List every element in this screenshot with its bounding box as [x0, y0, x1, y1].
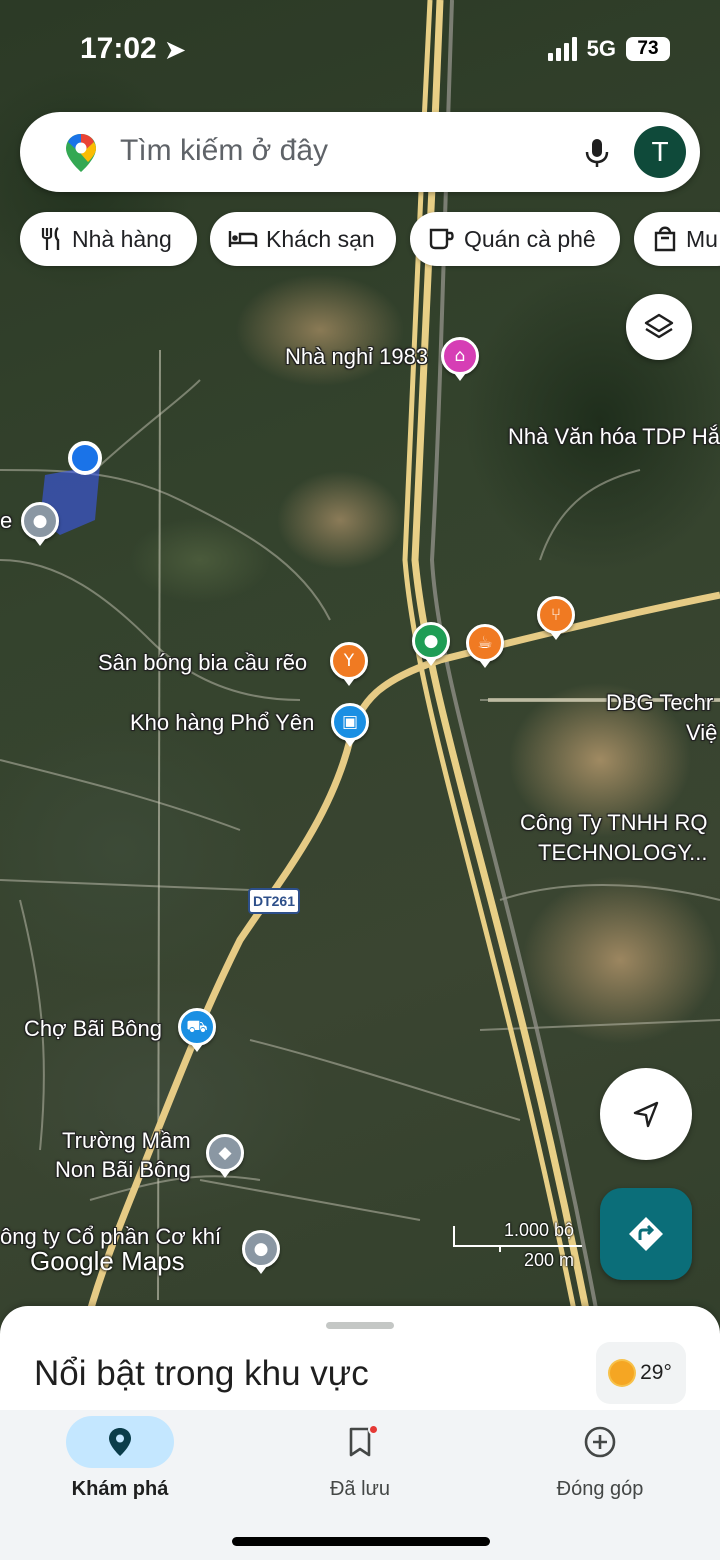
nav-explore-label: Khám phá	[71, 1478, 169, 1500]
map-label-san-bong[interactable]: Sân bóng bia cầu rẽo	[98, 650, 307, 676]
explore-pin-icon	[109, 1428, 131, 1456]
map-label-kho-hang[interactable]: Kho hàng Phổ Yên	[130, 710, 314, 736]
map-pin-hotel[interactable]: ⌂	[441, 337, 479, 381]
my-location-button[interactable]	[600, 1068, 692, 1160]
nav-contribute-label: Đóng góp	[556, 1478, 644, 1500]
directions-button[interactable]	[600, 1188, 692, 1280]
chip-restaurants[interactable]: Nhà hàng	[20, 212, 197, 266]
status-time: 17:02 ➤	[80, 32, 185, 66]
notification-dot	[368, 1424, 379, 1435]
map-label-dbg-2[interactable]: Việ	[686, 720, 717, 746]
map-pin-cafe[interactable]: ☕	[466, 624, 504, 668]
nav-contribute-icon-wrap	[546, 1416, 654, 1468]
coffee-icon: ☕	[477, 632, 493, 653]
chip-label: Quán cà phê	[464, 225, 596, 252]
layers-icon	[644, 313, 674, 339]
restaurant-icon	[41, 227, 60, 250]
chip-hotels[interactable]: Khách sạn	[210, 212, 396, 266]
map-label-nha-nghi[interactable]: Nhà nghỉ 1983	[285, 344, 428, 370]
map-pin-bar[interactable]: Y	[330, 642, 368, 686]
sheet-drag-handle[interactable]	[326, 1322, 394, 1329]
map-pin-shop[interactable]: ▣	[331, 703, 369, 747]
scale-imperial: 1.000 bộ	[504, 1220, 575, 1240]
map-label-nha-van-hoa[interactable]: Nhà Văn hóa TDP Hắ	[508, 424, 720, 450]
network-type: 5G	[586, 36, 616, 61]
map-label-cong-ty-rq-2[interactable]: TECHNOLOGY...	[538, 840, 708, 866]
temperature: 29°	[640, 1361, 672, 1384]
weather-chip[interactable]: 29°	[596, 1342, 686, 1404]
chip-coffee[interactable]: Quán cà phê	[410, 212, 620, 266]
map-pin-gray-bottom[interactable]: ●	[242, 1230, 280, 1274]
chip-label: Nhà hàng	[72, 225, 172, 252]
place-dot-icon: ●	[32, 510, 48, 531]
navigation-arrow-icon	[633, 1101, 659, 1128]
search-bar[interactable]: Tìm kiếm ở đây T	[20, 112, 700, 192]
nav-saved[interactable]: Đã lưu	[240, 1410, 480, 1520]
map-pin-gray-left[interactable]: ●	[21, 502, 59, 546]
search-input[interactable]: Tìm kiếm ở đây	[120, 134, 328, 168]
layers-button[interactable]	[626, 294, 692, 360]
status-indicators: 5G 73	[547, 36, 670, 62]
shopping-bag-icon: ▣	[341, 711, 359, 732]
map-label-cho[interactable]: Chợ Bãi Bông	[24, 1016, 162, 1042]
directions-icon	[629, 1217, 663, 1251]
map-pin-green[interactable]: ●	[412, 622, 450, 666]
map-label-truong-2[interactable]: Non Bãi Bông	[55, 1157, 191, 1183]
map-pin-market[interactable]: ⛟	[178, 1008, 216, 1052]
scale-metric: 200 m	[524, 1250, 575, 1270]
nav-explore-icon-wrap	[66, 1416, 174, 1468]
status-time-text: 17:02	[80, 32, 157, 65]
chip-label: Khách sạn	[266, 225, 375, 252]
route-shield-dt261: DT261	[248, 888, 300, 914]
map-pin-school[interactable]: ◆	[206, 1134, 244, 1178]
cocktail-icon: Y	[343, 650, 355, 671]
sheet-title: Nổi bật trong khu vực	[34, 1354, 369, 1393]
map-label-left-edge[interactable]: e	[0, 508, 12, 534]
google-maps-watermark: Google Maps	[30, 1246, 185, 1276]
nav-saved-icon-wrap	[306, 1416, 414, 1468]
nav-contribute[interactable]: Đóng góp	[480, 1410, 720, 1520]
place-dot-icon: ●	[253, 1238, 269, 1259]
google-maps-logo-icon	[66, 134, 96, 172]
status-bar: 17:02 ➤ 5G 73	[0, 0, 720, 100]
bed-icon: ⌂	[454, 345, 466, 366]
restaurant-icon: ⑂	[550, 604, 562, 625]
shopping-bag-icon	[654, 226, 676, 252]
nav-saved-label: Đã lưu	[329, 1478, 391, 1500]
home-indicator[interactable]	[232, 1537, 490, 1546]
coffee-icon	[429, 228, 454, 250]
map-label-cong-ty-rq-1[interactable]: Công Ty TNHH RQ	[520, 810, 707, 836]
school-icon: ◆	[218, 1142, 232, 1163]
map-pin-restaurant[interactable]: ⑂	[537, 596, 575, 640]
battery-icon: 73	[626, 37, 670, 61]
bed-icon	[228, 231, 258, 247]
cellular-signal-icon	[547, 37, 577, 61]
map-label-dbg-1[interactable]: DBG Techr	[606, 690, 713, 716]
map-label-truong-1[interactable]: Trường Mầm	[62, 1128, 191, 1154]
add-circle-icon	[584, 1426, 616, 1458]
sun-icon	[610, 1361, 635, 1385]
nav-explore[interactable]: Khám phá	[0, 1410, 240, 1520]
microphone-icon[interactable]	[580, 136, 614, 170]
location-arrow-icon: ➤	[165, 37, 186, 64]
place-dot-icon: ●	[423, 630, 439, 651]
account-avatar[interactable]: T	[634, 126, 686, 178]
chip-label: Mu	[686, 225, 718, 252]
chip-shopping[interactable]: Mu	[634, 212, 720, 266]
shopping-cart-icon: ⛟	[186, 1016, 208, 1037]
